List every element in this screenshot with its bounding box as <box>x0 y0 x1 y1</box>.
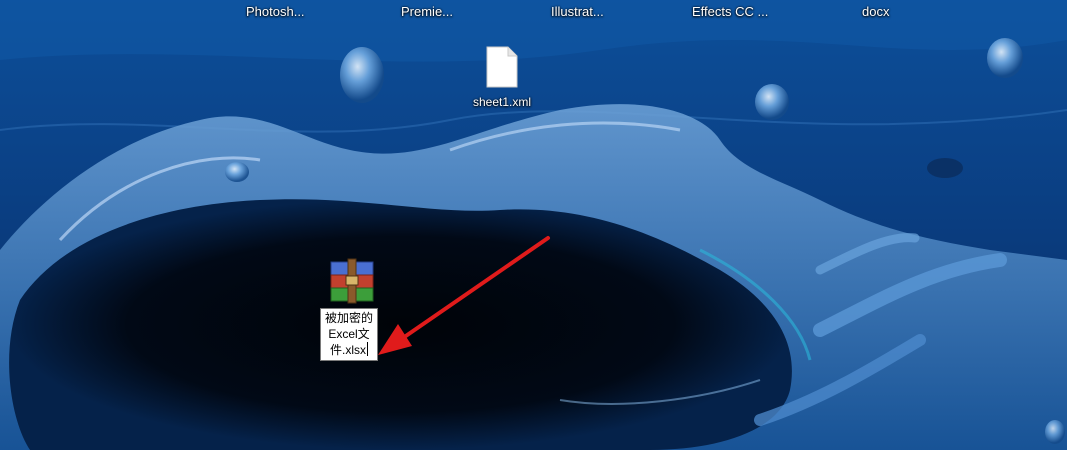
rename-line-3-wrap: 件.xlsx <box>323 342 375 358</box>
sheet1-xml-label: sheet1.xml <box>472 95 532 109</box>
illustrator-shortcut-label[interactable]: Illustrat... <box>551 4 604 19</box>
blank-file-icon <box>486 46 518 88</box>
winrar-archive-icon <box>330 258 374 304</box>
text-cursor <box>367 342 368 356</box>
desktop[interactable]: Photosh... Premie... Illustrat... Effect… <box>0 0 1067 450</box>
after-effects-shortcut-label[interactable]: Effects CC ... <box>692 4 768 19</box>
premiere-shortcut-label[interactable]: Premie... <box>401 4 453 19</box>
encrypted-excel-file[interactable] <box>326 258 378 307</box>
rename-line-2: Excel文 <box>328 327 370 341</box>
sheet1-xml-file[interactable]: sheet1.xml <box>466 46 538 109</box>
docx-shortcut-label[interactable]: docx <box>862 4 889 19</box>
rename-line-3: 件.xlsx <box>329 343 366 357</box>
rename-line-1: 被加密的 <box>324 311 373 325</box>
photoshop-shortcut-label[interactable]: Photosh... <box>246 4 305 19</box>
rename-filename-input[interactable]: 被加密的 Excel文 件.xlsx <box>320 308 378 361</box>
